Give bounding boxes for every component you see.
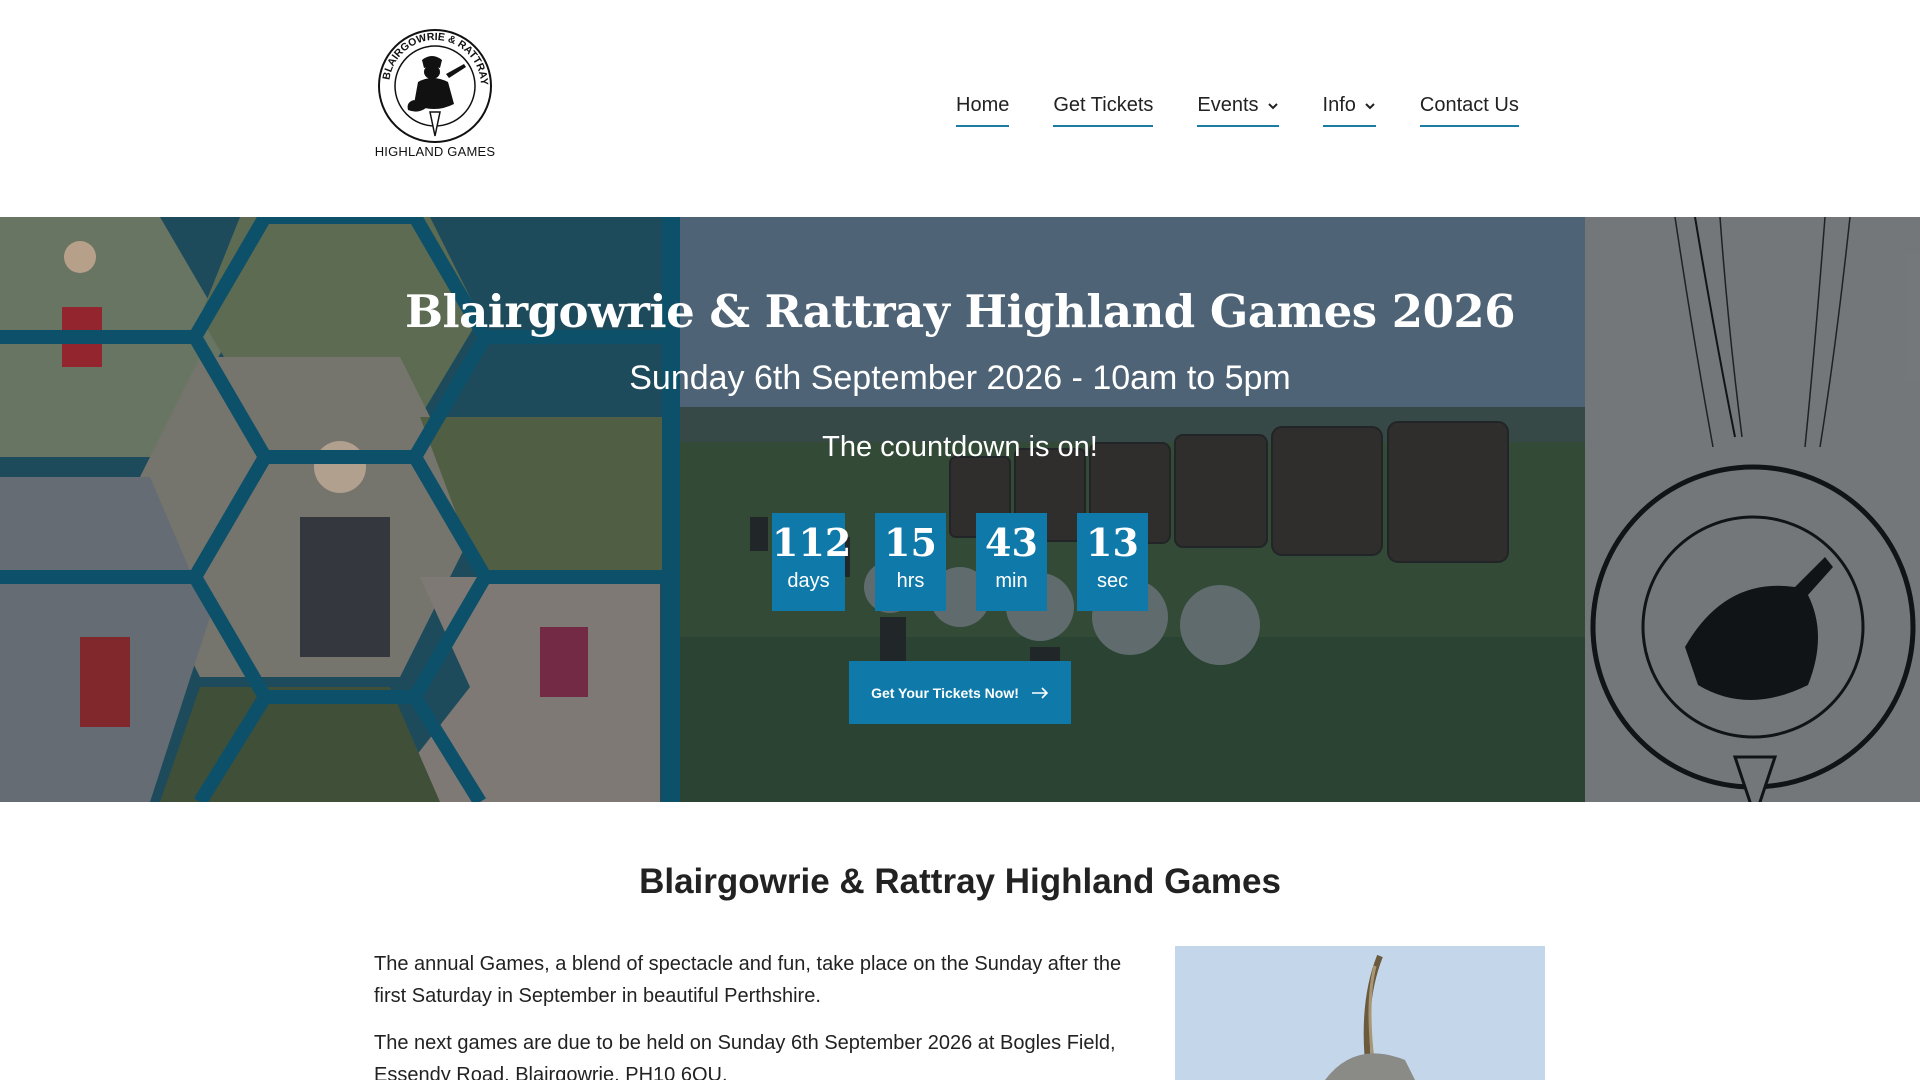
site-logo[interactable]: BLAIRGOWRIE & RATTRAY HIGHLAND GAMES <box>374 26 496 164</box>
countdown-minutes: 43 min <box>976 513 1047 611</box>
intro-paragraph: The annual Games, a blend of spectacle a… <box>374 953 1122 1007</box>
countdown-timer: 112 days 15 hrs 43 min 13 sec <box>772 513 1148 611</box>
site-header: BLAIRGOWRIE & RATTRAY HIGHLAND GAMES Hom… <box>0 0 1920 217</box>
countdown-days: 112 days <box>772 513 852 611</box>
logo-text: HIGHLAND GAMES <box>374 144 496 159</box>
nav-get-tickets[interactable]: Get Tickets <box>1053 94 1154 127</box>
chevron-down-icon <box>1267 102 1278 109</box>
countdown-days-value: 112 <box>772 520 852 565</box>
countdown-hours-value: 15 <box>884 520 937 565</box>
nav-home-label: Home <box>956 94 1010 116</box>
arrow-right-icon <box>1031 686 1049 699</box>
countdown-heading: The countdown is on! <box>822 431 1098 463</box>
countdown-minutes-value: 43 <box>985 520 1038 565</box>
nav-contact-us[interactable]: Contact Us <box>1419 94 1519 127</box>
countdown-days-unit: days <box>787 570 830 592</box>
nav-info[interactable]: Info <box>1322 94 1376 127</box>
main-nav: Home Get Tickets Events Info Contact Us <box>956 94 1519 127</box>
piper-photo-icon <box>1175 946 1545 1080</box>
venue-paragraph: The next games are due to be held on Sun… <box>374 1032 1116 1080</box>
nav-get-tickets-label: Get Tickets <box>1053 94 1154 116</box>
section-title: Blairgowrie & Rattray Highland Games <box>639 862 1281 901</box>
hero-title: Blairgowrie & Rattray Highland Games 202… <box>404 285 1516 338</box>
countdown-seconds-value: 13 <box>1086 520 1139 565</box>
countdown-seconds: 13 sec <box>1077 513 1148 611</box>
countdown-seconds-unit: sec <box>1096 570 1129 592</box>
nav-contact-us-label: Contact Us <box>1419 94 1519 116</box>
get-tickets-button[interactable]: Get Your Tickets Now! <box>849 661 1071 724</box>
countdown-hours-unit: hrs <box>896 570 925 592</box>
piper-photo-image <box>1175 946 1545 1080</box>
hero-date: Sunday 6th September 2026 - 10am to 5pm <box>629 359 1291 397</box>
countdown-minutes-unit: min <box>995 570 1028 592</box>
nav-info-label: Info <box>1322 94 1356 116</box>
chevron-down-icon <box>1365 102 1375 109</box>
nav-home[interactable]: Home <box>956 94 1010 127</box>
nav-events[interactable]: Events <box>1197 94 1279 127</box>
hero-banner: Blairgowrie & Rattray Highland Games 202… <box>0 217 1920 802</box>
nav-events-label: Events <box>1197 94 1259 116</box>
get-tickets-button-label: Get Your Tickets Now! <box>871 684 1019 701</box>
countdown-hours: 15 hrs <box>875 513 946 611</box>
piper-logo-icon: BLAIRGOWRIE & RATTRAY <box>378 29 492 143</box>
